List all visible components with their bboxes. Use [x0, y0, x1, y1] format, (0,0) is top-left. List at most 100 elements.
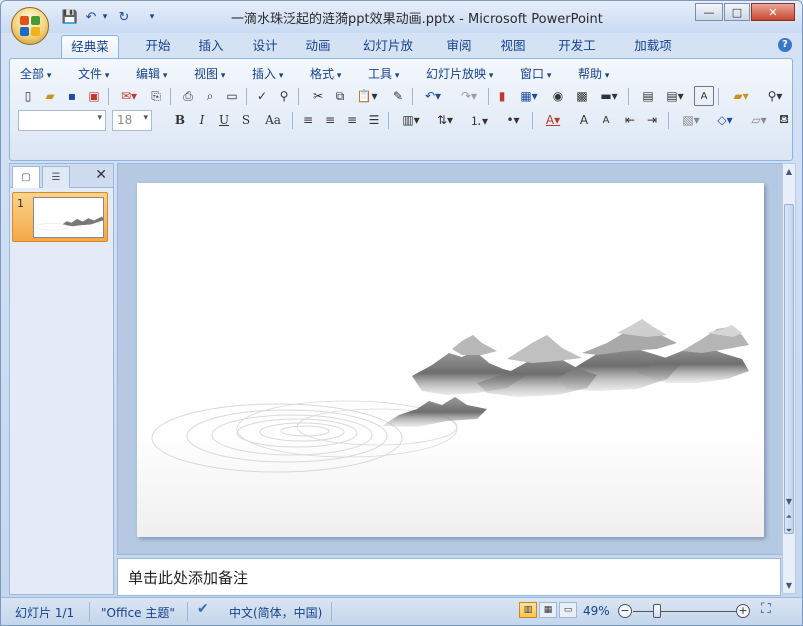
zoom-in-icon[interactable]: +: [736, 604, 750, 618]
slideshow-icon[interactable]: ▭: [222, 86, 242, 106]
open-icon[interactable]: ▰: [40, 86, 60, 106]
shadow-button[interactable]: S: [236, 110, 256, 130]
shapes-icon[interactable]: ◇▾: [710, 110, 740, 130]
scroll-down-bottom-icon[interactable]: ▼: [783, 578, 795, 592]
chart-icon[interactable]: ▮: [492, 86, 512, 106]
layout-icon[interactable]: ▤▾: [660, 86, 690, 106]
columns-icon[interactable]: ▥▾: [396, 110, 426, 130]
notes-placeholder[interactable]: 单击此处添加备注: [128, 567, 248, 588]
next-slide-icon[interactable]: ⏷: [783, 524, 795, 538]
bold-button[interactable]: B: [170, 110, 190, 130]
redo-icon[interactable]: ↷▾: [454, 86, 484, 106]
zoom-icon[interactable]: ⚲▾: [760, 86, 790, 106]
menu-item-9[interactable]: 窗口 ▾: [520, 65, 551, 82]
textbox-icon[interactable]: A: [694, 86, 714, 106]
close-button[interactable]: ✕: [751, 3, 795, 21]
shrink-font-icon[interactable]: A: [596, 110, 616, 130]
cut-icon[interactable]: ✂: [308, 86, 328, 106]
copy-icon[interactable]: ⧉: [330, 86, 350, 106]
menu-item-4[interactable]: 视图 ▾: [194, 65, 225, 82]
font-color-icon[interactable]: A▾: [538, 110, 568, 130]
zoom-slider-track[interactable]: [633, 611, 737, 612]
decrease-indent-icon[interactable]: ⇤: [620, 110, 640, 130]
undo-icon[interactable]: ↶▾: [418, 86, 448, 106]
spell-check-icon[interactable]: ✔: [197, 601, 209, 617]
table-icon[interactable]: ▦▾: [514, 86, 544, 106]
underline-button[interactable]: U: [214, 110, 234, 130]
fit-to-window-icon[interactable]: ⛶: [761, 601, 771, 617]
redo-icon[interactable]: ↻: [115, 8, 133, 26]
menu-item-6[interactable]: 格式 ▾: [310, 65, 341, 82]
zoom-out-icon[interactable]: −: [618, 604, 632, 618]
tab-8[interactable]: 视图: [495, 35, 531, 59]
vertical-scrollbar[interactable]: ▲ ▼ ⏶ ⏷ ▼: [782, 163, 796, 594]
tab-7[interactable]: 审阅: [441, 35, 477, 59]
close-panel-icon[interactable]: ✕: [95, 167, 107, 183]
new-icon[interactable]: ▯: [18, 86, 38, 106]
normal-view-icon[interactable]: ▥: [519, 602, 537, 618]
tab-9[interactable]: 开发工具: [549, 35, 605, 75]
grow-font-icon[interactable]: A: [574, 110, 594, 130]
picture-icon[interactable]: ▩: [572, 86, 592, 106]
font-name-combo[interactable]: ▾: [18, 110, 106, 131]
arrange-icon[interactable]: ▧▾: [676, 110, 706, 130]
tab-1[interactable]: 经典菜单: [61, 35, 119, 76]
new-slide-icon[interactable]: ▤: [638, 86, 658, 106]
menu-item-10[interactable]: 帮助 ▾: [578, 65, 609, 82]
outline-tab[interactable]: ☰: [42, 166, 70, 188]
slideshow-view-icon[interactable]: ▭: [559, 602, 577, 618]
help-icon[interactable]: ?: [778, 38, 792, 52]
italic-button[interactable]: I: [192, 110, 212, 130]
tab-3[interactable]: 插入: [193, 35, 229, 59]
slide-thumbnail-item[interactable]: 1: [12, 192, 108, 242]
paste-icon[interactable]: 📋▾: [352, 86, 382, 106]
menu-item-2[interactable]: 文件 ▾: [78, 65, 109, 82]
scrollbar-thumb[interactable]: [784, 204, 794, 534]
menu-item-5[interactable]: 插入 ▾: [252, 65, 283, 82]
tab-10[interactable]: 加载项: [625, 35, 681, 59]
print-icon[interactable]: ⎙: [178, 86, 198, 106]
quick-styles-icon[interactable]: ▱▾: [744, 110, 774, 130]
format-painter-icon[interactable]: ✎: [388, 86, 408, 106]
attach-icon[interactable]: ⎘: [146, 86, 166, 106]
text-direction-icon[interactable]: ⇅▾: [430, 110, 460, 130]
menu-item-1[interactable]: 全部 ▾: [20, 65, 51, 82]
bullets-icon[interactable]: •▾: [498, 110, 528, 130]
spelling-icon[interactable]: ✓: [252, 86, 272, 106]
save-icon[interactable]: ▪: [62, 86, 82, 106]
email-icon[interactable]: ✉▾: [114, 86, 144, 106]
folder-icon[interactable]: ▰▾: [726, 86, 756, 106]
customize-qat-icon[interactable]: ▾: [147, 8, 157, 26]
slide-sorter-icon[interactable]: ▦: [539, 602, 557, 618]
scroll-down-icon[interactable]: ▼: [783, 494, 795, 508]
justify-icon[interactable]: ☰: [364, 110, 384, 130]
slide-thumbnail[interactable]: [33, 197, 104, 238]
menu-item-8[interactable]: 幻灯片放映 ▾: [426, 65, 493, 82]
slide-canvas[interactable]: [137, 183, 764, 537]
change-case-button[interactable]: Aa: [258, 110, 288, 130]
previous-slide-icon[interactable]: ⏶: [783, 510, 795, 524]
menu-item-3[interactable]: 编辑 ▾: [136, 65, 167, 82]
menu-item-7[interactable]: 工具 ▾: [368, 65, 399, 82]
slides-tab[interactable]: ▢: [12, 166, 40, 188]
tab-2[interactable]: 开始: [141, 35, 175, 59]
office-button[interactable]: [11, 7, 49, 45]
increase-indent-icon[interactable]: ⇥: [642, 110, 662, 130]
tab-5[interactable]: 动画: [301, 35, 335, 59]
undo-icon[interactable]: ↶: [83, 8, 99, 26]
scroll-up-icon[interactable]: ▲: [783, 164, 795, 178]
undo-dropdown-icon[interactable]: ▾: [100, 8, 110, 26]
research-icon[interactable]: ⚲: [274, 86, 294, 106]
fill-color-icon[interactable]: ▬▾: [594, 86, 624, 106]
maximize-button[interactable]: □: [724, 3, 750, 21]
hyperlink-icon[interactable]: ◉: [548, 86, 568, 106]
tab-6[interactable]: 幻灯片放映: [353, 35, 423, 75]
notes-pane[interactable]: 单击此处添加备注: [117, 558, 781, 596]
save-icon[interactable]: 💾: [61, 8, 79, 26]
align-center-icon[interactable]: ≡: [320, 110, 340, 130]
align-right-icon[interactable]: ≡: [342, 110, 362, 130]
minimize-button[interactable]: —: [695, 3, 723, 21]
font-size-combo[interactable]: 18 ▾: [112, 110, 152, 131]
print-preview-icon[interactable]: ⌕: [200, 86, 220, 106]
shape-fill-icon[interactable]: ⛾: [774, 110, 794, 130]
